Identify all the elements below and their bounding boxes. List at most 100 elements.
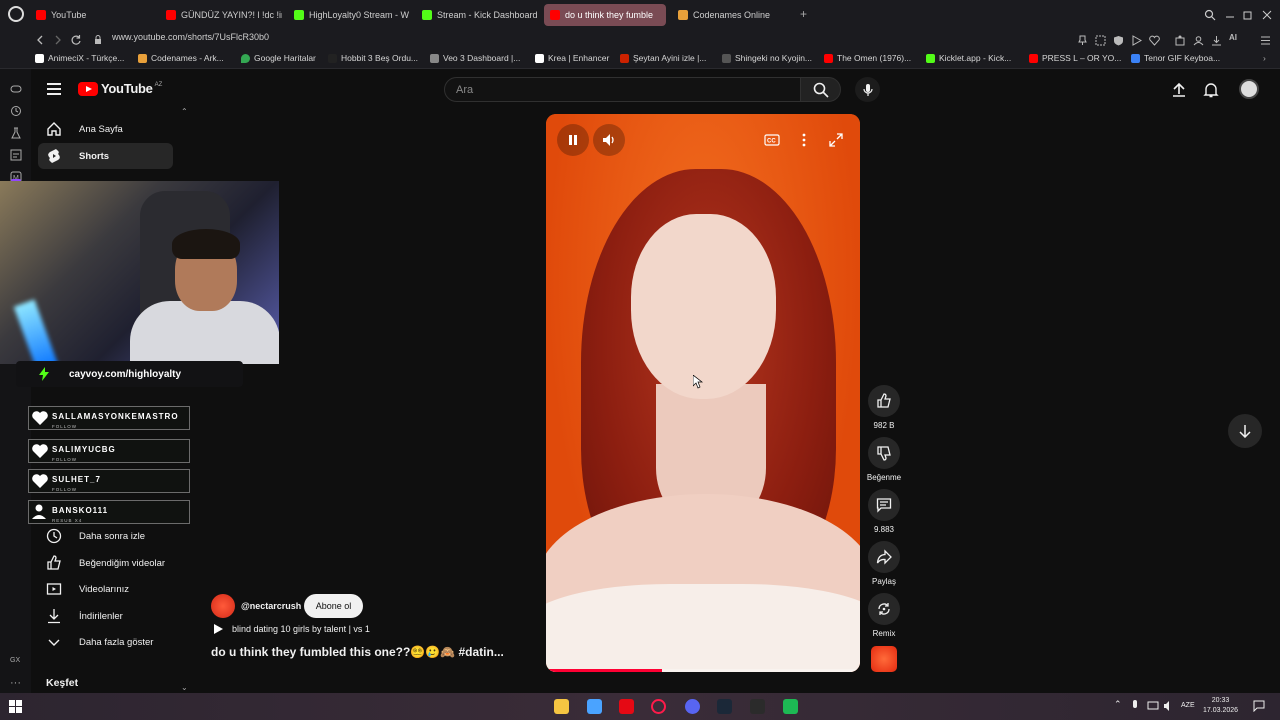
bookmark-item[interactable]: Şeytan Ayini izle |... (620, 53, 706, 63)
windows-start-icon[interactable] (8, 699, 23, 714)
flask-icon[interactable] (10, 126, 22, 139)
tab-codenames[interactable]: Codenames Online (672, 4, 794, 26)
forward-icon[interactable] (52, 33, 64, 45)
dislike-button[interactable] (868, 437, 900, 469)
search-input[interactable]: Ara (444, 77, 802, 102)
game-controller-icon[interactable] (10, 82, 22, 94)
app-icon[interactable] (783, 699, 798, 714)
sound-link[interactable]: blind dating 10 girls by talent | vs 1 (211, 624, 370, 634)
adblock-shield-icon[interactable] (1113, 33, 1124, 46)
extensions-icon[interactable] (1175, 33, 1186, 46)
sidebar-item-your-videos[interactable]: Videolarınız (38, 576, 173, 602)
notifications-bell-icon[interactable] (1203, 82, 1219, 98)
restore-icon[interactable] (1242, 8, 1254, 20)
snapshot-icon[interactable] (1095, 33, 1106, 46)
bookmark-item[interactable]: Kicklet.app - Kick... (926, 53, 1011, 63)
captions-button[interactable]: CC (760, 128, 784, 152)
short-video-player[interactable]: CC (546, 114, 860, 672)
close-window-icon[interactable] (1261, 8, 1273, 20)
tab-active-short[interactable]: do u think they fumble (544, 4, 666, 26)
pin-icon[interactable] (1077, 33, 1088, 45)
url-field[interactable]: www.youtube.com/shorts/7UsFlcR30b0 (112, 32, 269, 42)
pause-button[interactable] (557, 124, 589, 156)
history-icon[interactable] (10, 104, 22, 116)
opera-gx-taskbar-icon[interactable] (651, 699, 666, 714)
sound-thumbnail[interactable] (871, 646, 897, 672)
next-short-button[interactable] (1228, 414, 1262, 448)
discord-icon[interactable] (685, 699, 700, 714)
fullscreen-button[interactable] (824, 128, 848, 152)
volume-button[interactable] (593, 124, 625, 156)
bookmarks-more-icon[interactable]: › (1263, 53, 1266, 63)
channel-avatar[interactable] (211, 594, 235, 618)
upload-icon[interactable] (1171, 82, 1187, 98)
tab-gunduz[interactable]: GÜNDÜZ YAYIN?! l !dc !in (160, 4, 282, 26)
system-clock[interactable]: 20:33 17.03.2026 (1203, 696, 1238, 716)
bookmark-item[interactable]: Shingeki no Kyojin... (722, 53, 812, 63)
tab-kick-stream[interactable]: HighLoyalty0 Stream - W (288, 4, 410, 26)
bookmark-item[interactable]: Codenames - Ark... (138, 53, 224, 63)
volume-tray-icon[interactable] (1163, 699, 1175, 714)
tray-chevron-up-icon[interactable]: ⌃ (1114, 699, 1124, 714)
youtube-logo[interactable]: YouTube AZ (78, 81, 162, 96)
opera-logo-icon[interactable] (8, 6, 24, 22)
sidebar-item-liked-videos[interactable]: Beğendiğim videolar (38, 550, 173, 576)
heart-icon[interactable] (1149, 33, 1160, 46)
ai-button[interactable]: AI (1229, 33, 1251, 44)
language-indicator[interactable]: AZE (1181, 702, 1195, 709)
alert-name: SALIMYUCBG (52, 445, 116, 454)
steam-icon[interactable] (717, 699, 732, 714)
tab-kick-dashboard[interactable]: Stream - Kick Dashboard (416, 4, 538, 26)
more-options-button[interactable] (792, 128, 816, 152)
search-button[interactable] (800, 77, 841, 102)
bookmark-item[interactable]: Veo 3 Dashboard |... (430, 53, 520, 63)
notification-center-icon[interactable] (1253, 699, 1265, 714)
sidebar-item-watch-later[interactable]: Daha sonra izle (38, 523, 173, 549)
account-icon[interactable] (1193, 33, 1204, 46)
bookmark-item[interactable]: PRESS L – OR YO... (1029, 53, 1121, 63)
sidebar-item-home[interactable]: Ana Sayfa (38, 116, 173, 142)
search-tabs-icon[interactable] (1204, 8, 1216, 21)
sidebar-item-shorts[interactable]: Shorts (38, 143, 173, 169)
comments-button[interactable] (868, 489, 900, 521)
store-icon[interactable] (587, 699, 602, 714)
sidebar-collapse-chevron-icon[interactable]: ⌃ (181, 107, 188, 116)
scroll-down-chevron-icon[interactable]: ⌄ (181, 683, 188, 692)
sidebar-item-downloads[interactable]: İndirilenler (38, 603, 173, 629)
netflix-icon[interactable] (619, 699, 634, 714)
microphone-tray-icon[interactable] (1130, 699, 1140, 714)
bookmark-item[interactable]: Krea | Enhancer (535, 53, 609, 63)
menu-lines-icon[interactable] (1260, 33, 1271, 45)
video-progress-bar[interactable] (546, 669, 860, 672)
streamer-webcam-overlay (0, 181, 279, 364)
bookmark-item[interactable]: The Omen (1976)... (824, 53, 911, 63)
voice-search-button[interactable] (855, 77, 880, 102)
share-button[interactable] (868, 541, 900, 573)
file-explorer-icon[interactable] (554, 699, 569, 714)
bookmark-item[interactable]: Google Haritalar (241, 53, 316, 63)
download-icon (46, 608, 62, 624)
player-icon[interactable] (1131, 33, 1143, 46)
account-avatar[interactable] (1239, 79, 1259, 99)
more-dots-icon[interactable]: ··· (10, 677, 21, 689)
terminal-icon[interactable] (750, 699, 765, 714)
minimize-icon[interactable] (1224, 8, 1236, 20)
menu-hamburger-icon[interactable] (47, 83, 61, 95)
network-icon[interactable] (1147, 699, 1159, 714)
tab-youtube[interactable]: YouTube (30, 4, 158, 26)
remix-button[interactable] (868, 593, 900, 625)
notes-icon[interactable] (10, 148, 22, 161)
lock-icon[interactable] (92, 33, 104, 45)
reload-icon[interactable] (70, 33, 82, 45)
bookmark-item[interactable]: Tenor GIF Keyboa... (1131, 53, 1220, 63)
bookmark-item[interactable]: Hobbit 3 Beş Ordu... (328, 53, 418, 63)
new-tab-plus-icon[interactable]: + (800, 8, 812, 20)
back-icon[interactable] (34, 33, 46, 45)
channel-name[interactable]: @nectarcrush (241, 601, 301, 611)
bookmark-item[interactable]: AnimeciX - Türkçe... (35, 53, 124, 63)
like-button[interactable] (868, 385, 900, 417)
short-title[interactable]: do u think they fumbled this one??😵‍💫🥲🙈 … (211, 645, 504, 659)
download-toolbar-icon[interactable] (1211, 33, 1222, 46)
sidebar-item-show-more[interactable]: Daha fazla göster (38, 629, 173, 655)
subscribe-button[interactable]: Abone ol (304, 594, 363, 618)
